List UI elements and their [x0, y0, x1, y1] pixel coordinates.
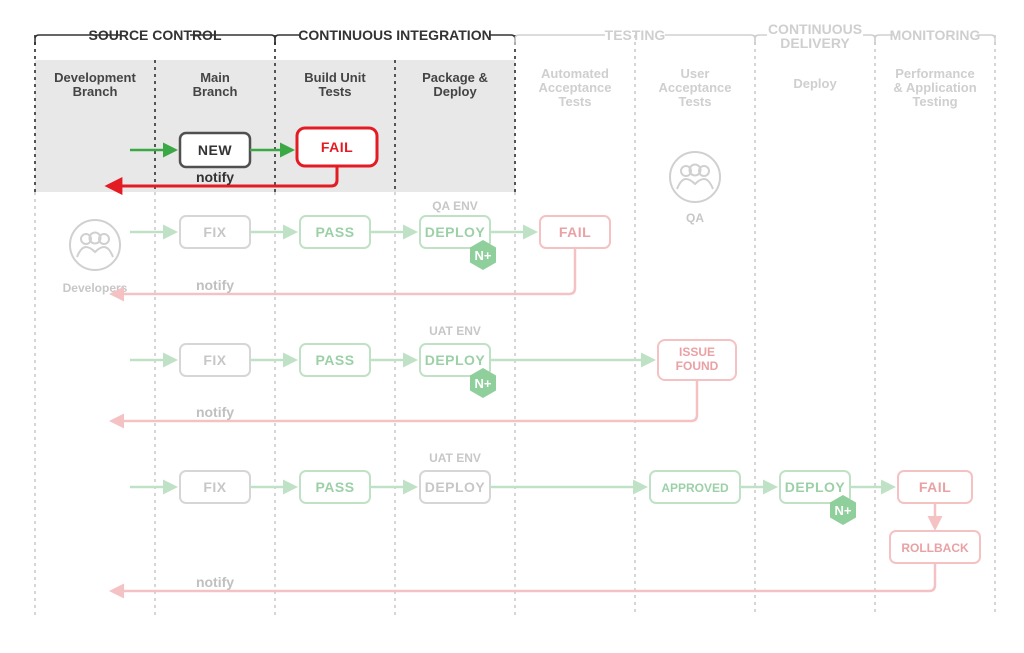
- env-uat-label-2: UAT ENV: [429, 451, 481, 465]
- svg-text:ISSUEFOUND: ISSUEFOUND: [676, 345, 719, 373]
- svg-text:FIX: FIX: [203, 224, 226, 240]
- section-source-control: SOURCE CONTROL: [89, 27, 222, 43]
- svg-text:FAIL: FAIL: [559, 224, 591, 240]
- svg-text:ROLLBACK: ROLLBACK: [901, 541, 969, 555]
- notify-label-row2: notify: [196, 277, 234, 293]
- env-qa-label: QA ENV: [432, 199, 478, 213]
- notify-label-row3: notify: [196, 404, 234, 420]
- pipeline-diagram: N+ SOURCE CONTROL CONTINUOUS INTEGRATION…: [0, 0, 1024, 653]
- notify-label-row4: notify: [196, 574, 234, 590]
- svg-text:NEW: NEW: [198, 142, 232, 158]
- svg-text:PASS: PASS: [315, 224, 354, 240]
- section-cd: CONTINUOUSDELIVERY: [768, 21, 862, 51]
- qa-label: QA: [686, 211, 704, 225]
- notify-label-row1: notify: [196, 169, 234, 185]
- svg-text:APPROVED: APPROVED: [661, 481, 729, 495]
- col-deploy: Deploy: [793, 76, 837, 91]
- svg-text:PASS: PASS: [315, 352, 354, 368]
- section-ci: CONTINUOUS INTEGRATION: [298, 27, 491, 43]
- svg-text:FAIL: FAIL: [919, 479, 951, 495]
- qa-icon: [670, 152, 720, 202]
- developers-icon: [70, 220, 120, 270]
- svg-text:DEPLOY: DEPLOY: [425, 224, 486, 240]
- svg-text:PASS: PASS: [315, 479, 354, 495]
- col-auto-accept: AutomatedAcceptanceTests: [539, 66, 612, 109]
- env-uat-label-1: UAT ENV: [429, 324, 481, 338]
- svg-text:FAIL: FAIL: [321, 139, 353, 155]
- svg-text:FIX: FIX: [203, 479, 226, 495]
- section-testing: TESTING: [605, 27, 666, 43]
- svg-text:FIX: FIX: [203, 352, 226, 368]
- svg-text:DEPLOY: DEPLOY: [785, 479, 846, 495]
- svg-text:DEPLOY: DEPLOY: [425, 479, 486, 495]
- svg-text:DEPLOY: DEPLOY: [425, 352, 486, 368]
- col-user-accept: UserAcceptanceTests: [659, 66, 732, 109]
- col-perf-testing: Performance& ApplicationTesting: [893, 66, 976, 109]
- section-monitoring: MONITORING: [890, 27, 981, 43]
